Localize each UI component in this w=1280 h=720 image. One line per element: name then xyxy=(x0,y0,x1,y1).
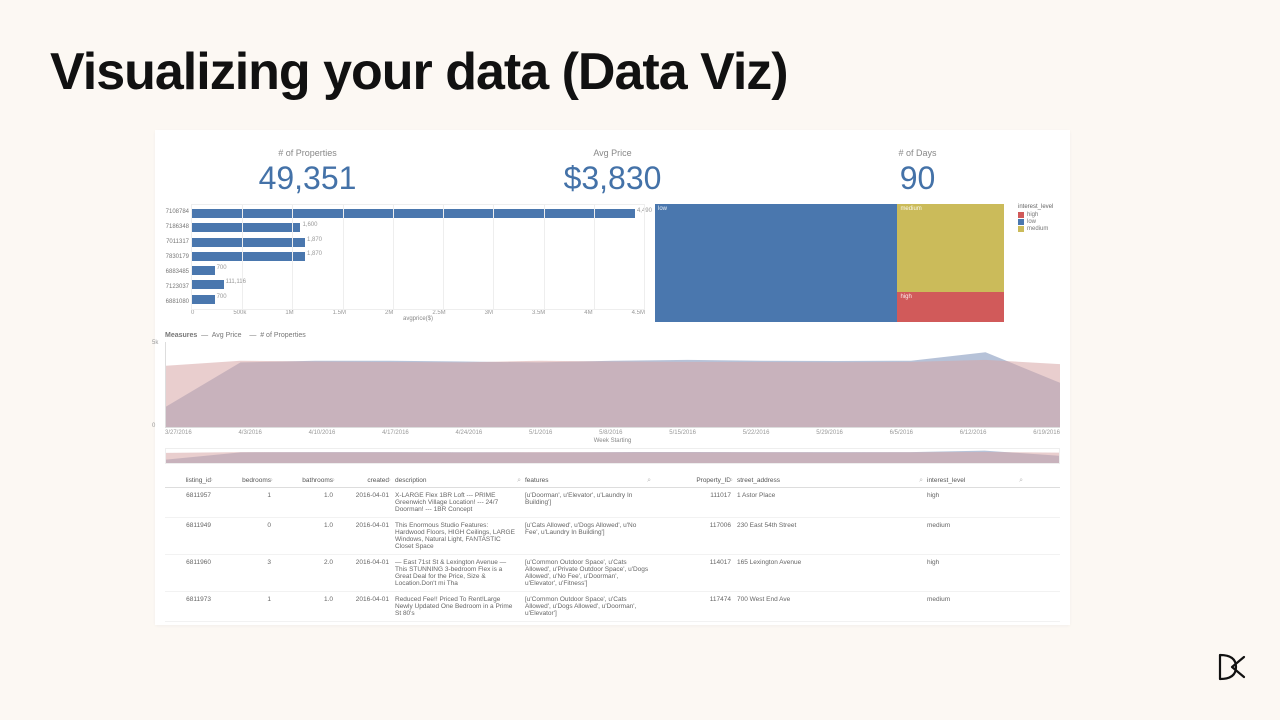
col-description[interactable]: description⌕ xyxy=(395,477,525,484)
search-icon[interactable]: ⌕ xyxy=(387,477,391,485)
dashboard: # of Properties 49,351 Avg Price $3,830 … xyxy=(155,130,1070,625)
col-property-id[interactable]: Property_ID⌕ xyxy=(655,477,737,484)
table-header: listing_id⌕ bedrooms⌕ bathrooms⌕ created… xyxy=(165,474,1060,488)
mini-svg xyxy=(166,449,1059,463)
col-bathrooms[interactable]: bathrooms⌕ xyxy=(277,477,339,484)
area-x-axis: 3/27/20164/3/20164/10/20164/17/20164/24/… xyxy=(165,430,1060,436)
legend-item-high: high xyxy=(1018,212,1060,218)
search-icon[interactable]: ⌕ xyxy=(517,477,521,484)
legend-item-medium: medium xyxy=(1018,226,1060,232)
brand-logo xyxy=(1214,649,1250,694)
col-interest-level[interactable]: interest_level⌕ xyxy=(927,477,1027,484)
area-x-title: Week Starting xyxy=(165,438,1060,444)
area-main: 5k 0 xyxy=(165,342,1060,428)
search-icon[interactable]: ⌕ xyxy=(647,477,651,484)
table-row[interactable]: 681197311.02016-04-01Reduced Fee!! Price… xyxy=(165,592,1060,622)
swatch-medium xyxy=(1018,226,1024,232)
col-features[interactable]: features⌕ xyxy=(525,477,655,484)
kpi-properties: # of Properties 49,351 xyxy=(155,148,460,204)
swatch-low xyxy=(1018,219,1024,225)
search-icon[interactable]: ⌕ xyxy=(269,477,273,485)
col-street-address[interactable]: street_address⌕ xyxy=(737,477,927,484)
col-bedrooms[interactable]: bedrooms⌕ xyxy=(217,477,277,484)
search-icon[interactable]: ⌕ xyxy=(729,477,733,485)
area-ytick: 0 xyxy=(152,423,155,429)
bar-x-title: avgprice($) xyxy=(165,316,645,322)
page-title: Visualizing your data (Data Viz) xyxy=(50,42,788,102)
bar-y-axis: 7108784718634870113177830179688348571230… xyxy=(165,204,191,310)
col-created[interactable]: created⌕ xyxy=(339,477,395,484)
bar-chart[interactable]: 7108784718634870113177830179688348571230… xyxy=(165,204,645,322)
col-listing-id[interactable]: listing_id⌕ xyxy=(165,477,217,484)
table-row[interactable]: 681195711.02016-04-01X-LARGE Flex 1BR Lo… xyxy=(165,488,1060,518)
table-row[interactable]: 681196032.02016-04-01— East 71st St & Le… xyxy=(165,555,1060,592)
kpi-avg-price: Avg Price $3,830 xyxy=(460,148,765,204)
table-row[interactable]: 681194901.02016-04-01This Enormous Studi… xyxy=(165,518,1060,555)
kpi-label: # of Properties xyxy=(155,148,460,158)
search-icon[interactable]: ⌕ xyxy=(1019,477,1023,485)
search-icon[interactable]: ⌕ xyxy=(919,477,923,485)
area-chart[interactable]: Measures — Avg Price — # of Properties 5… xyxy=(165,332,1060,464)
area-ytick: 5k xyxy=(152,340,158,346)
kpi-value: 49,351 xyxy=(155,160,460,197)
kpi-label: Avg Price xyxy=(460,148,765,158)
kpi-days: # of Days 90 xyxy=(765,148,1070,204)
swatch-high xyxy=(1018,212,1024,218)
kpi-value: $3,830 xyxy=(460,160,765,197)
measures-label: Measures — Avg Price — # of Properties xyxy=(165,332,1060,339)
kpi-value: 90 xyxy=(765,160,1070,197)
bar-plot-area: 4,4901,6001,8701,870700111,116700 xyxy=(191,204,645,310)
search-icon[interactable]: ⌕ xyxy=(209,477,213,485)
treemap-legend: interest_level high low medium xyxy=(1014,204,1060,322)
search-icon[interactable]: ⌕ xyxy=(331,477,335,485)
kpi-row: # of Properties 49,351 Avg Price $3,830 … xyxy=(155,130,1070,204)
treemap-chart[interactable]: lowmediumhigh xyxy=(655,204,1004,322)
area-svg xyxy=(166,342,1060,427)
charts-row: 7108784718634870113177830179688348571230… xyxy=(155,204,1070,322)
legend-title: interest_level xyxy=(1018,204,1060,210)
mini-area-overview[interactable] xyxy=(165,448,1060,464)
legend-item-low: low xyxy=(1018,219,1060,225)
data-table: listing_id⌕ bedrooms⌕ bathrooms⌕ created… xyxy=(165,474,1060,622)
kpi-label: # of Days xyxy=(765,148,1070,158)
table-body: 681195711.02016-04-01X-LARGE Flex 1BR Lo… xyxy=(165,488,1060,622)
